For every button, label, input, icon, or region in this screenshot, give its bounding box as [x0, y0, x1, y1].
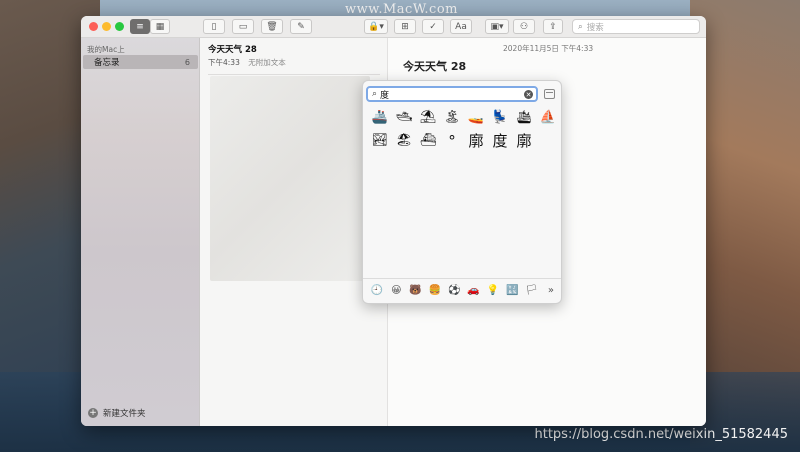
- emoji-category-bar: 🕘 😀 🐻 🍔 ⚽ 🚗 💡 🔣 🏳 »: [369, 285, 559, 296]
- attachments-button[interactable]: ▭: [232, 19, 254, 34]
- emoji-result[interactable]: 💺: [488, 106, 512, 129]
- emoji-result[interactable]: 🛳: [512, 106, 536, 129]
- character-result[interactable]: 廓: [512, 129, 536, 152]
- note-body-title[interactable]: 今天天气 28: [403, 58, 466, 74]
- trash-icon: 🗑: [266, 21, 278, 32]
- recent-icon[interactable]: 🕘: [369, 285, 385, 296]
- flag-icon[interactable]: 🏳: [524, 285, 540, 296]
- checkmark-circle-icon: ✓: [429, 21, 437, 32]
- toggle-sidebar-button[interactable]: ▯: [203, 19, 225, 34]
- travel-icon[interactable]: 🚗: [466, 285, 482, 296]
- character-result[interactable]: 廓: [464, 129, 488, 152]
- search-icon: ⌕: [578, 21, 583, 32]
- close-window-button[interactable]: [89, 22, 98, 31]
- emoji-result[interactable]: 🏝: [440, 106, 464, 129]
- search-input[interactable]: ⌕ 搜索: [572, 19, 700, 34]
- more-categories-icon[interactable]: »: [543, 285, 559, 296]
- smiley-icon[interactable]: 😀: [388, 285, 404, 296]
- share-icon: ⇪: [549, 21, 557, 32]
- format-button[interactable]: Aa: [450, 19, 472, 34]
- food-icon[interactable]: 🍔: [427, 285, 443, 296]
- delete-button[interactable]: 🗑: [261, 19, 283, 34]
- emoji-result[interactable]: ⛴: [416, 129, 440, 152]
- emoji-result[interactable]: ⛱: [416, 106, 440, 129]
- objects-icon[interactable]: 💡: [485, 285, 501, 296]
- new-folder-button[interactable]: + 新建文件夹: [88, 407, 146, 419]
- search-icon: ⌕: [372, 89, 378, 99]
- watermark-top: www.MacW.com: [345, 2, 458, 17]
- expand-character-viewer-icon[interactable]: [544, 89, 555, 99]
- table-icon: ⊞: [401, 21, 409, 32]
- gallery-view-button[interactable]: ▦: [150, 19, 170, 34]
- attachments-icon: ▭: [238, 21, 248, 32]
- list-item[interactable]: 今天天气 28 下午4:33 无附加文本: [208, 43, 378, 68]
- note-meta: 下午4:33 无附加文本: [208, 57, 378, 68]
- watermark-bottom: https://blog.csdn.net/weixin_51582445: [534, 427, 788, 442]
- lock-icon: 🔒▾: [368, 21, 384, 32]
- divider: [208, 74, 380, 75]
- animal-icon[interactable]: 🐻: [408, 285, 424, 296]
- character-result[interactable]: °: [440, 129, 464, 152]
- emoji-result[interactable]: 🚤: [464, 106, 488, 129]
- list-icon: ≡: [136, 21, 144, 32]
- note-date: 2020年11月5日 下午4:33: [503, 44, 594, 53]
- emoji-search-value: 度: [380, 90, 390, 101]
- emoji-search-input[interactable]: ⌕ 度 ✕: [366, 86, 538, 102]
- notes-list: 今天天气 28 下午4:33 无附加文本: [200, 38, 388, 426]
- clear-search-icon[interactable]: ✕: [524, 90, 533, 99]
- maximize-window-button[interactable]: [115, 22, 124, 31]
- emoji-result[interactable]: 🚢: [368, 106, 392, 129]
- divider: [363, 278, 561, 279]
- checklist-button[interactable]: ✓: [422, 19, 444, 34]
- font-button-label: Aa: [455, 21, 467, 32]
- note-title: 今天天气 28: [208, 45, 257, 55]
- note-preview: 无附加文本: [248, 58, 286, 67]
- sidebar-item-count: 6: [184, 57, 190, 67]
- emoji-picker: ⌕ 度 ✕ 🚢 🛥 ⛱ 🏝 🚤 💺 🛳 ⛵ 🏞 🏖 ⛴ ° 廓 度 廓 🕘 😀 …: [362, 80, 562, 304]
- compose-icon: ✎: [297, 21, 305, 32]
- media-button[interactable]: ▣▾: [485, 19, 509, 34]
- sidebar-item-notes[interactable]: 备忘录 6: [83, 55, 198, 69]
- sidebar-icon: ▯: [211, 21, 217, 32]
- emoji-result[interactable]: 🏞: [368, 129, 392, 152]
- symbols-icon[interactable]: 🔣: [504, 285, 520, 296]
- note-time: 下午4:33: [208, 58, 240, 67]
- share-button[interactable]: ⇪: [543, 19, 563, 34]
- search-placeholder: 搜索: [586, 22, 604, 33]
- sidebar-header: 我的Mac上: [87, 45, 125, 54]
- toolbar: ≡ ▦ ▯ ▭ 🗑 ✎ 🔒▾ ⊞ ✓ Aa ▣▾ ⚇ ⇪ ⌕ 搜索: [81, 16, 706, 38]
- emoji-result[interactable]: 🏖: [392, 129, 416, 152]
- emoji-result[interactable]: ⛵: [536, 106, 560, 129]
- character-result[interactable]: 度: [488, 129, 512, 152]
- minimize-window-button[interactable]: [102, 22, 111, 31]
- blurred-background: [210, 76, 370, 281]
- collaborate-button[interactable]: ⚇: [513, 19, 535, 34]
- sidebar-item-label: 备忘录: [94, 58, 120, 68]
- emoji-results: 🚢 🛥 ⛱ 🏝 🚤 💺 🛳 ⛵ 🏞 🏖 ⛴ ° 廓 度 廓: [368, 106, 560, 152]
- new-note-button[interactable]: ✎: [290, 19, 312, 34]
- photo-icon: ▣▾: [490, 21, 504, 32]
- activity-icon[interactable]: ⚽: [446, 285, 462, 296]
- add-person-icon: ⚇: [519, 21, 529, 32]
- grid-icon: ▦: [155, 21, 165, 32]
- sidebar: 我的Mac上 备忘录 6 + 新建文件夹: [81, 38, 200, 426]
- emoji-result[interactable]: 🛥: [392, 106, 416, 129]
- table-button[interactable]: ⊞: [394, 19, 416, 34]
- plus-circle-icon: +: [88, 407, 98, 418]
- list-view-button[interactable]: ≡: [130, 19, 150, 34]
- new-folder-label: 新建文件夹: [103, 409, 146, 419]
- lock-button[interactable]: 🔒▾: [364, 19, 388, 34]
